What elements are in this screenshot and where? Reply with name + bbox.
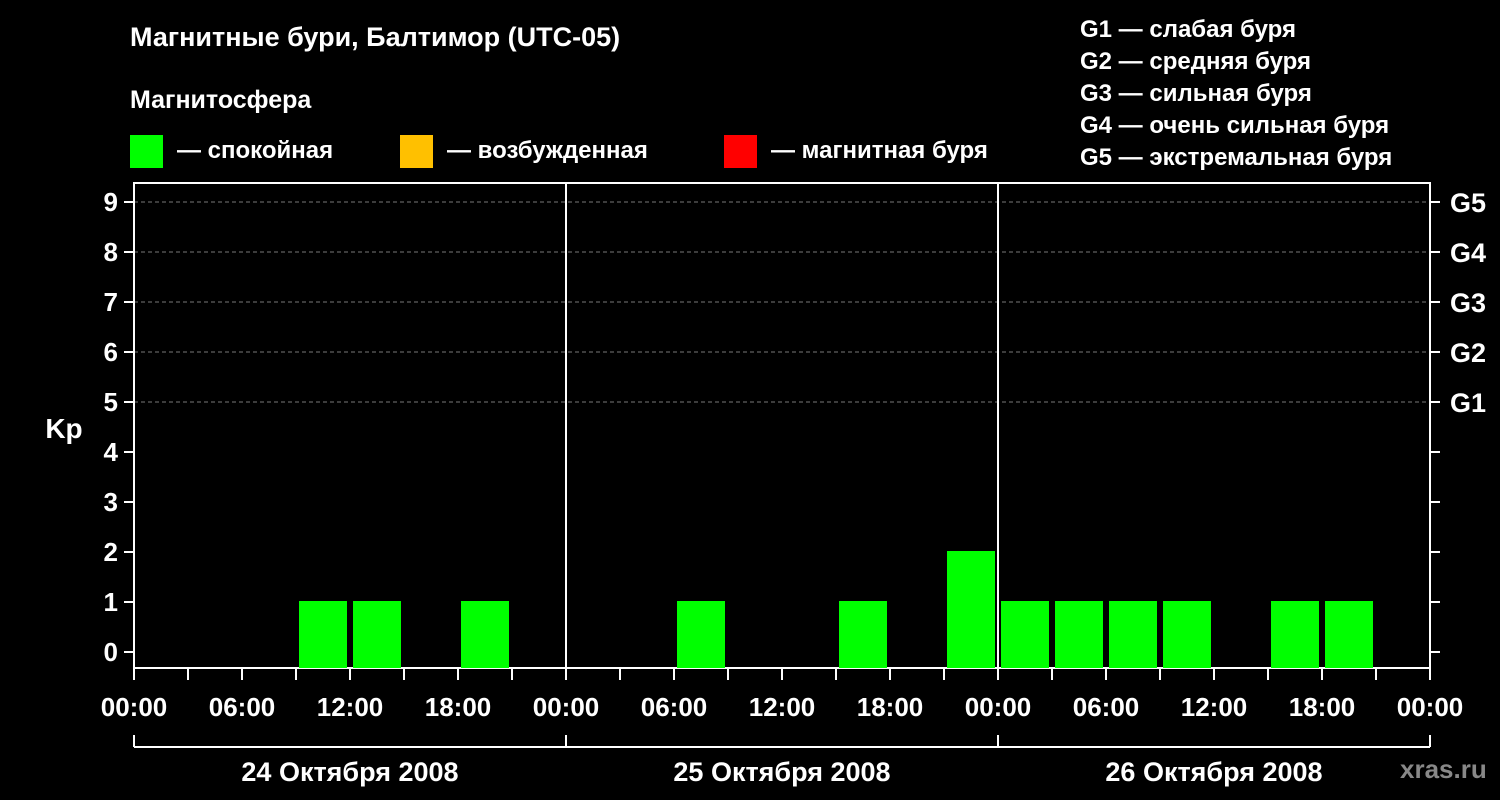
kp-bar <box>299 601 347 668</box>
x-tick-label: 18:00 <box>1289 692 1356 722</box>
kp-bar <box>1325 601 1373 668</box>
kp-bar <box>1055 601 1103 668</box>
y-tick-label: 1 <box>104 587 118 617</box>
x-tick-label: 06:00 <box>209 692 276 722</box>
y-tick-label: 2 <box>104 537 118 567</box>
y-tick-label: 3 <box>104 487 118 517</box>
y-tick-label: 9 <box>104 187 118 217</box>
y-tick-label: 5 <box>104 387 118 417</box>
kp-chart: 0 1 2 3 4 5 6 7 8 9 G1 G2 G3 G4 G5 Kp 00:00 06:00 12:00 18:… <box>45 182 1486 787</box>
kp-bar <box>1163 601 1211 668</box>
x-tick-label: 00:00 <box>533 692 600 722</box>
y-tick-label: 0 <box>104 637 118 667</box>
kp-bar <box>461 601 509 668</box>
plot-frame <box>133 182 1431 669</box>
y-tick-label: 4 <box>104 437 119 467</box>
g-level-label: G4 <box>1450 238 1486 268</box>
x-tick-label: 00:00 <box>965 692 1032 722</box>
x-tick-label: 18:00 <box>857 692 924 722</box>
g-level-label: G2 <box>1450 338 1486 368</box>
x-tick-label: 06:00 <box>1073 692 1140 722</box>
kp-bar <box>1271 601 1319 668</box>
day-label: 26 Октября 2008 <box>1105 757 1322 787</box>
x-tick-label: 00:00 <box>101 692 168 722</box>
x-tick-label: 12:00 <box>1181 692 1248 722</box>
y-axis-label: Kp <box>45 413 82 444</box>
g-level-label: G3 <box>1450 288 1486 318</box>
day-label: 24 Октября 2008 <box>241 757 458 787</box>
kp-bar <box>839 601 887 668</box>
x-tick-label: 12:00 <box>317 692 384 722</box>
kp-bar <box>947 551 995 668</box>
day-label: 25 Октября 2008 <box>673 757 890 787</box>
kp-bar <box>1109 601 1157 668</box>
kp-bar <box>677 601 725 668</box>
y-tick-label: 7 <box>104 287 118 317</box>
watermark: xras.ru <box>1400 754 1487 784</box>
g-level-label: G5 <box>1450 188 1486 218</box>
x-tick-label: 12:00 <box>749 692 816 722</box>
y-tick-label: 8 <box>104 237 118 267</box>
x-tick-label: 00:00 <box>1397 692 1464 722</box>
x-tick-label: 18:00 <box>425 692 492 722</box>
g-level-label: G1 <box>1450 388 1486 418</box>
x-tick-label: 06:00 <box>641 692 708 722</box>
y-tick-label: 6 <box>104 337 118 367</box>
kp-bar <box>353 601 401 668</box>
kp-bar <box>1001 601 1049 668</box>
